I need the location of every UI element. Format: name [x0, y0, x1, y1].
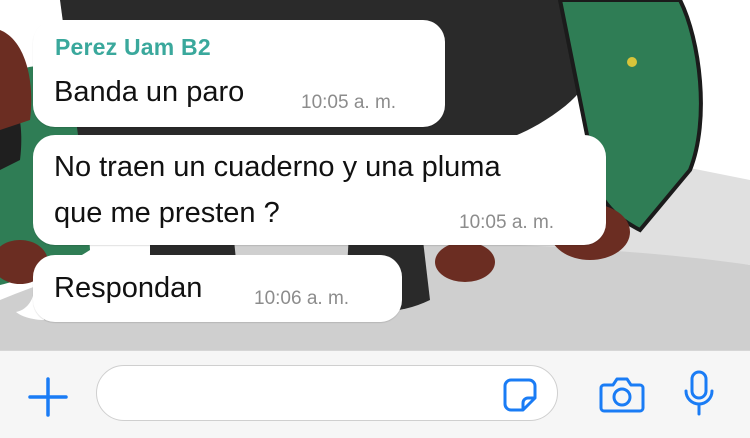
- message-text-line-1: No traen un cuaderno y una pluma: [54, 151, 501, 183]
- message-text: Banda un paro: [54, 76, 245, 108]
- message-input[interactable]: [96, 365, 558, 421]
- microphone-icon[interactable]: [682, 369, 716, 419]
- plus-icon[interactable]: [26, 375, 70, 419]
- sticker-icon[interactable]: [502, 377, 538, 413]
- message-bubble[interactable]: No traen un cuaderno y una pluma que me …: [33, 135, 606, 245]
- message-timestamp: 10:05 a. m.: [301, 92, 397, 113]
- message-text-line-2: que me presten ?: [54, 197, 280, 229]
- message-timestamp: 10:05 a. m.: [459, 212, 555, 233]
- message-input-bar: [0, 350, 750, 438]
- chat-screen: Perez Uam B2 Banda un paro 10:05 a. m. N…: [0, 0, 750, 438]
- message-bubble[interactable]: Respondan 10:06 a. m.: [33, 255, 402, 322]
- sender-name[interactable]: Perez Uam B2: [55, 34, 211, 61]
- camera-icon[interactable]: [598, 375, 646, 415]
- message-text: Respondan: [54, 272, 203, 304]
- message-list[interactable]: Perez Uam B2 Banda un paro 10:05 a. m. N…: [0, 0, 750, 350]
- message-timestamp: 10:06 a. m.: [254, 288, 350, 309]
- message-bubble[interactable]: Perez Uam B2 Banda un paro 10:05 a. m.: [33, 20, 445, 127]
